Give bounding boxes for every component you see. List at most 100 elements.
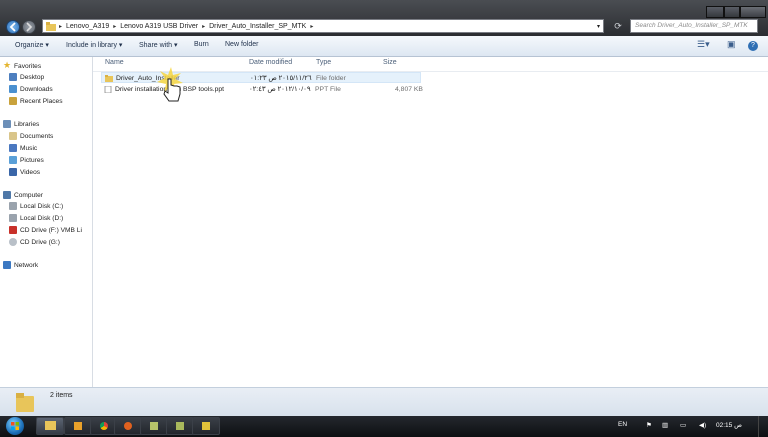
folder-icon bbox=[16, 393, 34, 412]
navigation-pane: ★ Favorites Desktop Downloads Recent Pla… bbox=[0, 57, 93, 387]
sidebar-group-label: Libraries bbox=[14, 121, 40, 128]
sidebar-item-label: Recent Places bbox=[20, 98, 63, 105]
include-in-library-button[interactable]: Include in library ▾ bbox=[66, 41, 122, 49]
sidebar-item-recent-places[interactable]: Recent Places bbox=[9, 96, 63, 107]
videos-icon bbox=[9, 168, 17, 176]
sidebar-group-label: Computer bbox=[14, 192, 43, 199]
tray-network-icon[interactable]: ▥ bbox=[662, 421, 668, 429]
sidebar-group-label: Favorites bbox=[14, 63, 42, 70]
app-icon bbox=[202, 422, 210, 430]
close-button[interactable] bbox=[740, 6, 766, 18]
music-icon bbox=[9, 144, 17, 152]
file-size: 4,807 KB bbox=[395, 86, 423, 93]
refresh-icon[interactable]: ⟳ bbox=[611, 19, 625, 33]
sidebar-item-label: Downloads bbox=[20, 86, 53, 93]
taskbar-app-3[interactable] bbox=[166, 417, 194, 435]
view-options-icon[interactable]: ☰▾ bbox=[697, 39, 710, 50]
sidebar-group-libraries[interactable]: Libraries bbox=[3, 119, 40, 130]
sidebar-item-local-disk-d[interactable]: Local Disk (D:) bbox=[9, 213, 64, 224]
sidebar-item-label: Desktop bbox=[20, 74, 45, 81]
tray-flag-icon[interactable]: ⚑ bbox=[646, 421, 652, 429]
title-bar: ▸ Lenovo_A319 ▸ Lenovo A319 USB Driver ▸… bbox=[0, 0, 768, 36]
burn-button[interactable]: Burn bbox=[194, 41, 209, 48]
sidebar-item-downloads[interactable]: Downloads bbox=[9, 84, 53, 95]
file-row-ppt[interactable]: Driver installation with BSP tools.ppt ٢… bbox=[101, 84, 423, 95]
sidebar-item-pictures[interactable]: Pictures bbox=[9, 155, 44, 166]
sidebar-item-music[interactable]: Music bbox=[9, 143, 38, 154]
sidebar-item-cd-drive-g[interactable]: CD Drive (G:) bbox=[9, 237, 60, 248]
chrome-icon bbox=[100, 422, 108, 430]
sidebar-item-label: Local Disk (D:) bbox=[20, 215, 64, 222]
libraries-icon bbox=[3, 120, 11, 128]
column-header-name[interactable]: Name bbox=[105, 59, 124, 66]
app-icon bbox=[176, 422, 184, 430]
document-icon bbox=[104, 86, 112, 93]
status-bar: 2 items bbox=[0, 387, 768, 417]
sidebar-item-cd-drive-f[interactable]: CD Drive (F:) VMB Li bbox=[9, 225, 82, 236]
sidebar-group-network[interactable]: Network bbox=[3, 260, 39, 271]
folder-icon bbox=[46, 21, 56, 31]
sidebar-item-label: Pictures bbox=[20, 157, 44, 164]
windows-logo-icon bbox=[11, 422, 19, 430]
sidebar-item-label: Music bbox=[20, 145, 38, 152]
taskbar-app-firefox[interactable] bbox=[114, 417, 142, 435]
desktop-icon bbox=[9, 73, 17, 81]
share-with-button[interactable]: Share with ▾ bbox=[139, 41, 178, 49]
sidebar-group-computer[interactable]: Computer bbox=[3, 190, 43, 201]
window-controls bbox=[706, 6, 766, 18]
firefox-icon bbox=[124, 422, 132, 430]
file-row-folder[interactable]: Driver_Auto_Installer ٢٠١٥/١١/٢٦ ص ٠١:٢٣… bbox=[101, 72, 421, 83]
forward-button[interactable] bbox=[22, 20, 36, 34]
downloads-icon bbox=[9, 85, 17, 93]
sidebar-item-documents[interactable]: Documents bbox=[9, 131, 53, 142]
app-icon bbox=[74, 422, 82, 430]
tray-volume-icon[interactable]: ◀) bbox=[699, 421, 706, 429]
address-dropdown-icon[interactable]: ▾ bbox=[597, 23, 600, 30]
maximize-button[interactable] bbox=[724, 6, 740, 18]
search-input[interactable]: Search Driver_Auto_Installer_SP_MTK bbox=[630, 19, 758, 33]
file-date: ٢٠١٢/١٠/٠٩ ص ٠٢:٤٣ bbox=[249, 86, 311, 93]
breadcrumb-lenovo-a319[interactable]: Lenovo_A319 bbox=[62, 23, 113, 30]
pictures-icon bbox=[9, 156, 17, 164]
taskbar-app-2[interactable] bbox=[140, 417, 168, 435]
breadcrumb-current-folder[interactable]: Driver_Auto_Installer_SP_MTK bbox=[205, 23, 310, 30]
start-button[interactable] bbox=[6, 417, 24, 435]
forward-arrow-icon bbox=[26, 22, 33, 32]
column-header-size[interactable]: Size bbox=[383, 59, 397, 66]
preview-pane-icon[interactable]: ▣ bbox=[727, 39, 736, 50]
taskbar: EN ⚑ ▥ ▭ ◀) 02:15 ص bbox=[0, 416, 768, 437]
file-date: ٢٠١٥/١١/٢٦ ص ٠١:٢٣ bbox=[250, 75, 312, 82]
column-header-date-modified[interactable]: Date modified bbox=[249, 59, 292, 66]
sidebar-group-favorites[interactable]: ★ Favorites bbox=[3, 60, 42, 72]
sidebar-item-label: CD Drive (G:) bbox=[20, 239, 60, 246]
help-icon[interactable]: ? bbox=[748, 41, 758, 51]
taskbar-app-1[interactable] bbox=[64, 417, 92, 435]
network-icon bbox=[3, 261, 11, 269]
show-desktop-button[interactable] bbox=[758, 416, 768, 437]
tray-monitor-icon[interactable]: ▭ bbox=[680, 421, 686, 429]
file-type: PPT File bbox=[315, 86, 341, 93]
cd-drive-icon bbox=[9, 226, 17, 234]
sidebar-item-label: CD Drive (F:) VMB Li bbox=[20, 227, 82, 234]
documents-icon bbox=[9, 132, 17, 140]
organize-button[interactable]: Organize ▾ bbox=[15, 41, 49, 49]
minimize-button[interactable] bbox=[706, 6, 724, 18]
column-header-type[interactable]: Type bbox=[316, 59, 331, 66]
sidebar-item-videos[interactable]: Videos bbox=[9, 167, 40, 178]
recent-places-icon bbox=[9, 97, 17, 105]
breadcrumb-usb-driver[interactable]: Lenovo A319 USB Driver bbox=[116, 23, 202, 30]
sidebar-group-label: Network bbox=[14, 262, 39, 269]
sidebar-item-desktop[interactable]: Desktop bbox=[9, 72, 45, 83]
new-folder-button[interactable]: New folder bbox=[225, 41, 258, 48]
sidebar-item-local-disk-c[interactable]: Local Disk (C:) bbox=[9, 201, 63, 212]
hand-cursor-icon bbox=[157, 67, 183, 102]
back-button[interactable] bbox=[6, 20, 20, 34]
drive-icon bbox=[9, 202, 17, 210]
taskbar-app-4[interactable] bbox=[192, 417, 220, 435]
address-bar[interactable]: ▸ Lenovo_A319 ▸ Lenovo A319 USB Driver ▸… bbox=[42, 19, 604, 33]
language-indicator[interactable]: EN bbox=[618, 421, 627, 428]
taskbar-app-explorer[interactable] bbox=[36, 417, 64, 435]
clock[interactable]: 02:15 ص bbox=[716, 421, 742, 429]
cd-drive-icon bbox=[9, 238, 17, 246]
computer-icon bbox=[3, 191, 11, 199]
